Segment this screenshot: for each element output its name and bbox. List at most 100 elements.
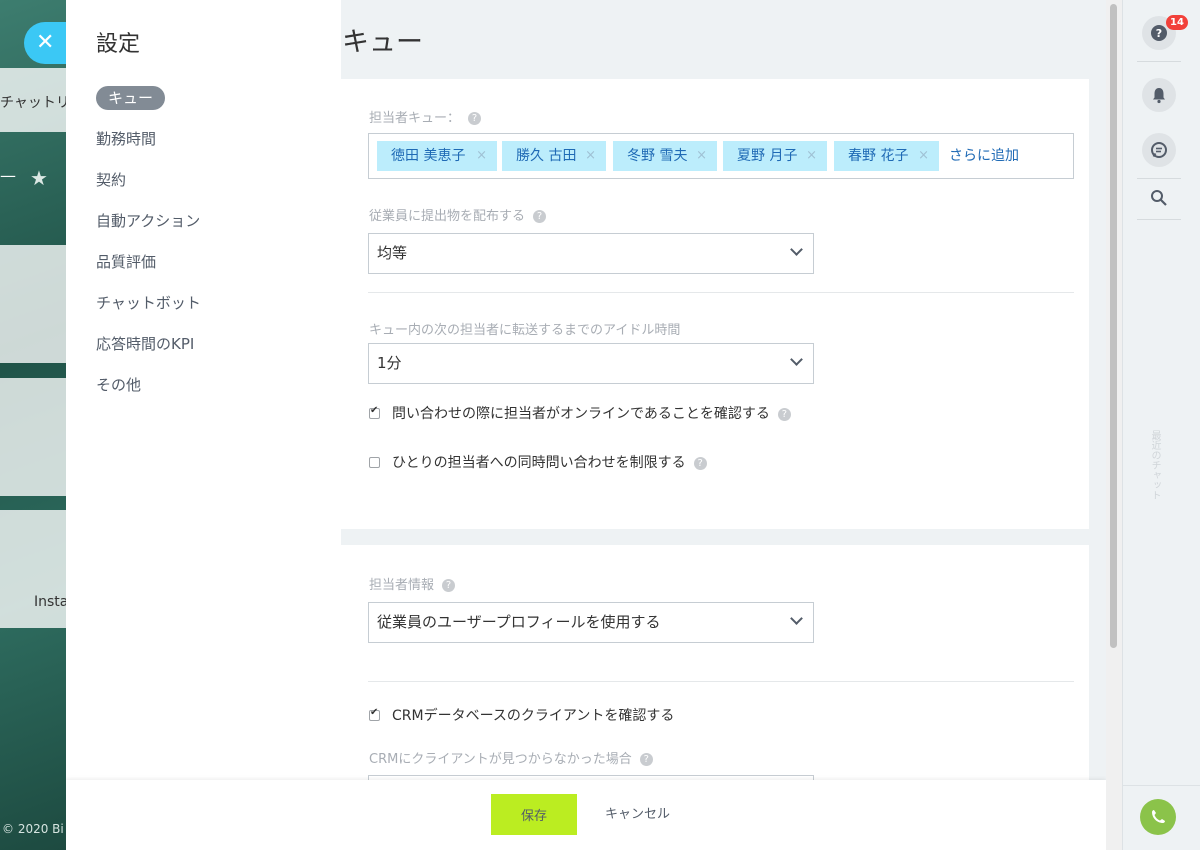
phone-icon <box>1152 810 1165 823</box>
queue-label: 担当者キュー：? <box>369 107 482 126</box>
help-icon[interactable]: ? <box>533 210 547 223</box>
help-icon[interactable]: ? <box>693 457 707 470</box>
remove-tag-icon[interactable]: × <box>696 141 707 171</box>
background-panel <box>0 510 70 628</box>
recent-chats-label: 最近のチャット <box>1149 430 1160 500</box>
right-rail: ? 14 <box>1122 0 1200 850</box>
nav-item-kpi[interactable]: 応答時間のKPI <box>84 332 213 373</box>
help-icon[interactable]: ? <box>777 408 791 421</box>
scrollbar-thumb[interactable] <box>1110 4 1117 648</box>
idle-time-select[interactable]: 1分 <box>368 343 814 384</box>
star-icon: ★ <box>30 166 48 190</box>
question-icon: ? <box>1151 25 1167 41</box>
agent-tag: 夏野 月子 × <box>723 141 827 171</box>
limit-checkbox[interactable] <box>369 457 380 468</box>
search-button[interactable] <box>1142 181 1176 215</box>
nav-item-label: 勤務時間 <box>96 130 157 148</box>
nav-item-label: その他 <box>96 376 142 394</box>
distribution-label-text: 従業員に提出物を配布する <box>369 209 526 224</box>
help-icon[interactable]: ? <box>468 112 482 125</box>
settings-slider: 設定 キュー 勤務時間 契約 自動アクション 品質評価 チャットボット 応答時間… <box>66 0 1106 850</box>
crm-not-found-label-text: CRMにクライアントが見つからなかった場合 <box>369 752 632 767</box>
agent-info-label-text: 担当者情報 <box>369 578 435 593</box>
nav-item-label: 契約 <box>96 171 127 189</box>
settings-nav: 設定 キュー 勤務時間 契約 自動アクション 品質評価 チャットボット 応答時間… <box>66 0 341 850</box>
nav-item-working-hours[interactable]: 勤務時間 <box>84 127 213 168</box>
background-app: チャットリ — ★ Insta © 2020 Bi ✕ <box>0 0 70 850</box>
nav-list: キュー 勤務時間 契約 自動アクション 品質評価 チャットボット 応答時間のKP… <box>84 86 213 414</box>
agent-tag: 徳田 美恵子 × <box>377 141 497 171</box>
remove-tag-icon[interactable]: × <box>806 141 817 171</box>
remove-tag-icon[interactable]: × <box>918 141 929 171</box>
help-badge: 14 <box>1166 15 1188 30</box>
background-peek-text: Insta <box>34 594 69 610</box>
help-icon[interactable]: ? <box>639 753 653 766</box>
nav-item-label: 品質評価 <box>96 253 157 271</box>
agent-info-value: 従業員のユーザープロフィールを使用する <box>377 613 661 631</box>
agent-info-select[interactable]: 従業員のユーザープロフィールを使用する <box>368 602 814 643</box>
nav-item-queue[interactable]: キュー <box>84 86 213 127</box>
online-checkbox[interactable] <box>369 405 380 419</box>
background-panel <box>0 378 70 496</box>
background-dash: — <box>0 166 16 185</box>
chevron-down-icon <box>790 353 803 366</box>
nav-item-quality[interactable]: 品質評価 <box>84 250 213 291</box>
help-icon[interactable]: ? <box>442 579 456 592</box>
agent-info-label: 担当者情報? <box>369 574 456 593</box>
crm-not-found-label: CRMにクライアントが見つからなかった場合? <box>369 748 653 767</box>
queue-label-text: 担当者キュー： <box>369 111 461 126</box>
distribution-value: 均等 <box>377 244 408 262</box>
agent-tag: 春野 花子 × <box>834 141 939 171</box>
save-button[interactable]: 保存 <box>491 794 577 835</box>
remove-tag-icon[interactable]: × <box>476 141 487 171</box>
agent-info-card: 担当者情報? 従業員のユーザープロフィールを使用する CRMデータベースのクライ… <box>341 545 1089 795</box>
queue-settings-card: 担当者キュー：? 徳田 美恵子 × 勝久 古田 × 冬野 雪夫 × 夏野 月子 × 春野… <box>341 79 1089 529</box>
agent-tag-label: 勝久 古田 <box>516 148 577 164</box>
idle-time-label: キュー内の次の担当者に転送するまでのアイドル時間 <box>369 323 681 338</box>
cancel-button[interactable]: キャンセル <box>593 794 682 835</box>
nav-item-label: 自動アクション <box>96 212 201 230</box>
divider <box>368 681 1074 682</box>
limit-check-row: ひとりの担当者への同時問い合わせを制限する? <box>369 452 707 472</box>
chevron-down-icon <box>790 243 803 256</box>
chevron-down-icon <box>790 612 803 625</box>
remove-tag-icon[interactable]: × <box>585 141 596 171</box>
nav-item-label: キュー <box>96 86 166 110</box>
background-panel <box>0 245 70 363</box>
nav-item-automation[interactable]: 自動アクション <box>84 209 213 250</box>
crm-checkbox[interactable] <box>369 707 380 721</box>
rail-divider <box>1123 785 1200 786</box>
online-check-label: 問い合わせの際に担当者がオンラインであることを確認する <box>392 406 770 422</box>
nav-item-label: チャットボット <box>96 294 201 312</box>
chat-icon <box>1151 142 1167 158</box>
crm-check-row: CRMデータベースのクライアントを確認する <box>369 705 674 725</box>
agent-tag: 勝久 古田 × <box>502 141 606 171</box>
background-peek-text: チャットリ <box>0 95 70 111</box>
background-copyright: © 2020 Bi <box>2 822 64 836</box>
nav-item-contract[interactable]: 契約 <box>84 168 213 209</box>
bell-icon <box>1153 88 1165 104</box>
footer-bar: 保存 キャンセル <box>66 780 1106 850</box>
svg-text:?: ? <box>1156 27 1162 40</box>
nav-title: 設定 <box>96 32 141 57</box>
search-icon <box>1151 190 1167 206</box>
phone-button[interactable] <box>1140 799 1176 835</box>
online-check-row: 問い合わせの際に担当者がオンラインであることを確認する? <box>369 403 791 423</box>
notifications-button[interactable] <box>1142 78 1176 112</box>
rail-divider <box>1137 178 1181 179</box>
distribution-select[interactable]: 均等 <box>368 233 814 274</box>
page-title: キュー <box>342 27 423 58</box>
agent-tag: 冬野 雪夫 × <box>613 141 717 171</box>
add-more-link[interactable]: さらに追加 <box>949 141 1019 171</box>
nav-item-label: 応答時間のKPI <box>96 335 195 353</box>
idle-time-value: 1分 <box>377 354 402 372</box>
agent-tag-label: 春野 花子 <box>848 148 909 164</box>
close-slider-button[interactable]: ✕ <box>24 22 70 64</box>
divider <box>368 292 1074 293</box>
nav-item-other[interactable]: その他 <box>84 373 213 414</box>
queue-agents-field[interactable]: 徳田 美恵子 × 勝久 古田 × 冬野 雪夫 × 夏野 月子 × 春野 花子 × さらに追… <box>368 133 1074 179</box>
chat-button[interactable] <box>1142 133 1176 167</box>
nav-item-chatbot[interactable]: チャットボット <box>84 291 213 332</box>
rail-divider <box>1137 219 1181 220</box>
rail-divider <box>1137 61 1181 62</box>
